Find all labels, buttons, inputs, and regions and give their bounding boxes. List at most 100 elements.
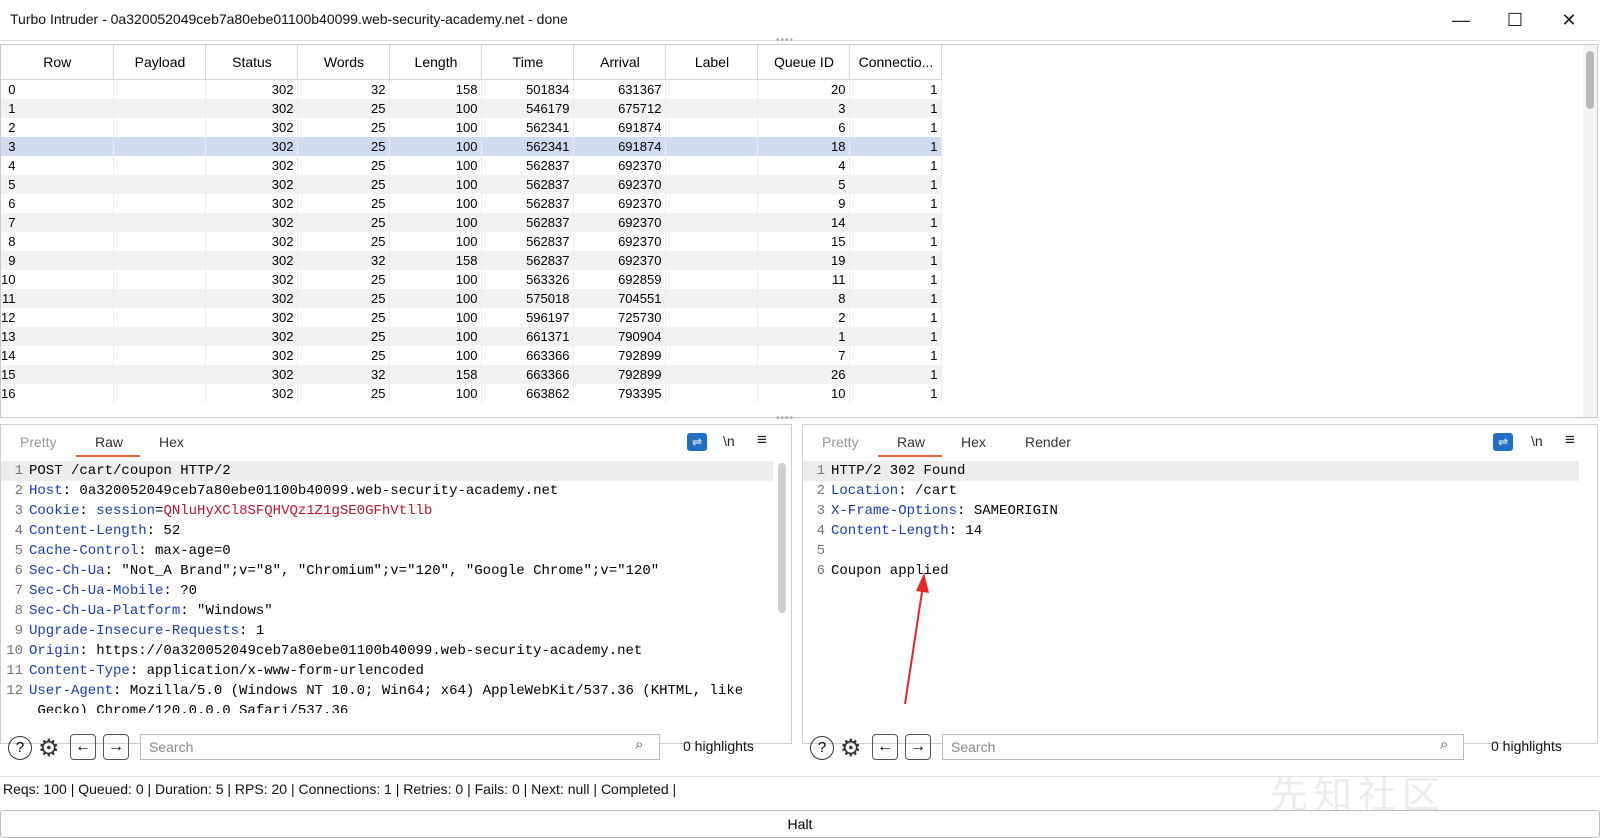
next-match-button[interactable]: → [905, 734, 931, 760]
header-value: : /cart [898, 483, 958, 499]
table-row[interactable]: 14 302 25 100 663366 792899 7 1 [1, 346, 943, 365]
table-cell: 158 [389, 79, 483, 99]
help-icon[interactable]: ? [810, 736, 834, 760]
settings-gear-icon[interactable]: ⚙ [38, 734, 60, 763]
table-cell: 25 [297, 137, 391, 156]
table-cell: 10 [757, 384, 851, 403]
code-line: 8 Sec-Ch-Ua-Platform: "Windows" [1, 601, 773, 621]
header-name: Sec-Ch-Ua-Mobile [29, 583, 164, 599]
table-cell: 3 [757, 99, 851, 118]
table-cell: 1 [1, 99, 115, 118]
table-cell: 100 [389, 194, 483, 213]
response-tab-hex[interactable]: Hex [961, 434, 986, 450]
column-header-6[interactable]: Arrival [573, 45, 667, 80]
column-header-0[interactable]: Row [1, 45, 115, 80]
table-cell [113, 194, 207, 213]
request-tab-hex[interactable]: Hex [159, 434, 184, 450]
table-cell: 25 [297, 175, 391, 194]
column-header-2[interactable]: Status [205, 45, 299, 80]
table-cell: 1 [849, 232, 943, 251]
table-cell: 100 [389, 175, 483, 194]
next-match-button[interactable]: → [103, 734, 129, 760]
request-tab-raw[interactable]: Raw [95, 434, 123, 450]
code-line: 2 Host: 0a320052049ceb7a80ebe01100b40099.… [1, 481, 773, 501]
table-cell: 13 [1, 327, 115, 346]
wrap-lines-icon[interactable]: ⇌ [687, 433, 707, 451]
table-row[interactable]: 1 302 25 100 546179 675712 3 1 [1, 99, 943, 118]
halt-button[interactable]: Halt [0, 810, 1600, 838]
settings-gear-icon[interactable]: ⚙ [840, 734, 862, 763]
maximize-button[interactable]: ☐ [1492, 4, 1538, 36]
previous-match-button[interactable]: ← [70, 734, 96, 760]
table-row[interactable]: 6 302 25 100 562837 692370 9 1 [1, 194, 943, 213]
column-header-4[interactable]: Length [389, 45, 483, 80]
table-cell [113, 137, 207, 156]
response-tab-render[interactable]: Render [1025, 434, 1071, 450]
table-row[interactable]: 7 302 25 100 562837 692370 14 1 [1, 213, 943, 232]
help-icon[interactable]: ? [8, 736, 32, 760]
table-cell [665, 118, 759, 137]
splitter-grip-middle[interactable]: •••• [776, 414, 794, 424]
request-editor-scrollbar[interactable] [777, 461, 787, 713]
table-cell [113, 308, 207, 327]
table-cell: 562837 [481, 175, 575, 194]
newline-toggle-icon[interactable]: \n [723, 433, 735, 449]
table-row[interactable]: 9 302 32 158 562837 692370 19 1 [1, 251, 943, 270]
table-cell: 100 [389, 289, 483, 308]
table-cell: 1 [849, 365, 943, 384]
response-highlights-count: 0 highlights [1491, 738, 1562, 754]
table-cell [113, 289, 207, 308]
line-number: 1 [14, 463, 23, 479]
request-tab-pretty[interactable]: Pretty [20, 434, 57, 450]
table-row[interactable]: 16 302 25 100 663862 793395 10 1 [1, 384, 943, 403]
header-value: Gecko) Chrome/120.0.0.0 Safari/537.36 [29, 703, 349, 713]
table-cell [665, 251, 759, 270]
table-cell: 26 [757, 365, 851, 384]
table-row[interactable]: 11 302 25 100 575018 704551 8 1 [1, 289, 943, 308]
response-tab-pretty[interactable]: Pretty [822, 434, 859, 450]
menu-icon[interactable]: ≡ [757, 430, 767, 450]
response-search-input[interactable] [942, 734, 1464, 760]
table-row[interactable]: 4 302 25 100 562837 692370 4 1 [1, 156, 943, 175]
table-scrollbar[interactable] [1583, 45, 1597, 417]
table-cell: 6 [757, 118, 851, 137]
minimize-button[interactable]: — [1438, 4, 1484, 36]
newline-toggle-icon[interactable]: \n [1531, 433, 1543, 449]
request-editor[interactable]: 1 POST /cart/coupon HTTP/2 2 Host: 0a320052… [1, 461, 773, 713]
request-search-input[interactable] [140, 734, 660, 760]
column-header-1[interactable]: Payload [113, 45, 207, 80]
table-row[interactable]: 10 302 25 100 563326 692859 11 1 [1, 270, 943, 289]
table-cell: 302 [205, 384, 299, 403]
table-row[interactable]: 3 302 25 100 562341 691874 18 1 [1, 137, 943, 156]
request-editor-scroll-thumb[interactable] [778, 463, 786, 613]
table-cell: 25 [297, 99, 391, 118]
table-cell: 562341 [481, 118, 575, 137]
table-cell: 4 [757, 156, 851, 175]
table-row[interactable]: 2 302 25 100 562341 691874 6 1 [1, 118, 943, 137]
table-cell [665, 289, 759, 308]
table-row[interactable]: 0 302 32 158 501834 631367 20 1 [1, 79, 943, 99]
table-row[interactable]: 12 302 25 100 596197 725730 2 1 [1, 308, 943, 327]
table-scroll-thumb[interactable] [1586, 51, 1594, 109]
column-header-9[interactable]: Connectio... [849, 45, 943, 80]
wrap-lines-icon[interactable]: ⇌ [1493, 433, 1513, 451]
response-tab-raw[interactable]: Raw [897, 434, 925, 450]
table-cell: 1 [849, 213, 943, 232]
previous-match-button[interactable]: ← [872, 734, 898, 760]
line-number: 1 [816, 463, 825, 479]
table-row[interactable]: 5 302 25 100 562837 692370 5 1 [1, 175, 943, 194]
column-header-5[interactable]: Time [481, 45, 575, 80]
menu-icon[interactable]: ≡ [1565, 430, 1575, 450]
table-row[interactable]: 8 302 25 100 562837 692370 15 1 [1, 232, 943, 251]
header-name: X-Frame-Options [831, 503, 958, 519]
header-value: : "Windows" [180, 603, 273, 619]
table-row[interactable]: 13 302 25 100 661371 790904 1 1 [1, 327, 943, 346]
column-header-3[interactable]: Words [297, 45, 391, 80]
column-header-8[interactable]: Queue ID [757, 45, 851, 80]
table-cell: 790904 [573, 327, 667, 346]
close-button[interactable]: ✕ [1546, 4, 1592, 36]
table-row[interactable]: 15 302 32 158 663366 792899 26 1 [1, 365, 943, 384]
column-header-7[interactable]: Label [665, 45, 759, 80]
table-cell: 25 [297, 327, 391, 346]
table-cell: 1 [757, 327, 851, 346]
